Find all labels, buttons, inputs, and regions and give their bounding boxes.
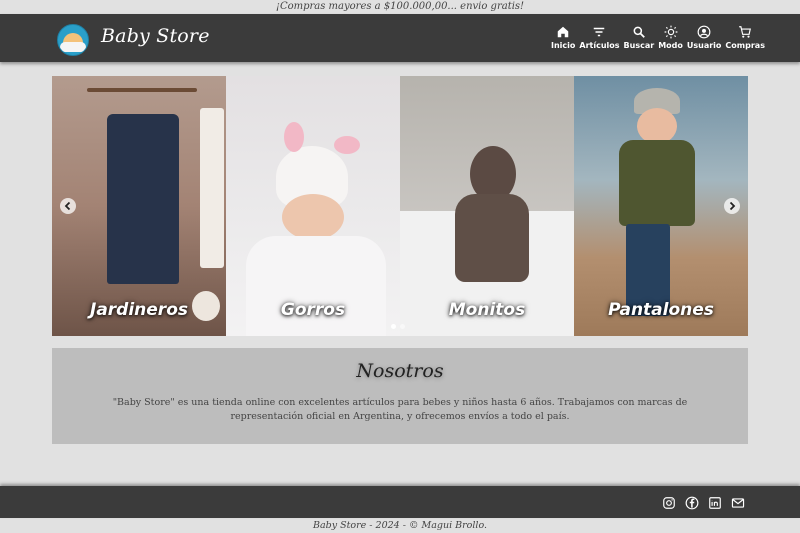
facebook-link[interactable] [685,495,699,510]
nav-label: Compras [725,41,765,50]
about-section: Nosotros "Baby Store" es una tienda onli… [52,348,748,444]
logo[interactable] [57,24,89,56]
linkedin-link[interactable] [708,495,722,509]
about-text: "Baby Store" es una tienda online con ex… [112,397,688,422]
carousel-next-button[interactable] [724,198,740,214]
filter-icon [594,27,605,37]
carousel-indicators [389,324,407,329]
ear-right [334,136,360,154]
instagram-link[interactable] [662,495,676,509]
jumpsuit-image [455,194,529,282]
about-title: Nosotros [356,360,444,382]
nav-item-buscar[interactable]: Buscar [623,25,655,57]
nav-item-inicio[interactable]: Inicio [551,25,575,57]
shirt-image [200,108,224,268]
slide-caption: Pantalones [608,300,714,320]
search-icon [633,26,645,38]
social-links [653,495,745,510]
carousel-prev-button[interactable] [60,198,76,214]
copyright: Baby Store - 2024 - © Magui Brollo. [312,520,488,531]
slide-monitos[interactable]: Monitos [400,76,574,336]
hanger-rod [87,88,197,92]
nav-item-modo[interactable]: Modo [658,25,683,57]
brand-name[interactable]: Baby Store [101,25,210,47]
nav-label: Modo [658,41,683,50]
nav-item-compras[interactable]: Compras [725,25,765,57]
slide-gorros[interactable]: Gorros [226,76,400,336]
overalls-image [107,114,179,284]
baby-face [282,194,344,240]
nav-label: Usuario [686,41,722,50]
slide-caption: Monitos [448,300,526,320]
footer-bar [0,486,800,518]
nav-label: Artículos [579,41,620,50]
linkedin-icon [709,497,721,509]
instagram-icon [663,497,675,509]
carousel-dot[interactable] [391,324,396,329]
nav-item-usuario[interactable]: Usuario [686,25,722,57]
jacket-image [619,140,695,226]
logo-cloud [60,42,86,52]
slide-caption: Jardineros [90,300,188,320]
facebook-icon [685,496,699,510]
nav-label: Buscar [623,41,655,50]
chevron-left-icon [64,201,71,211]
nav-label: Inicio [551,41,576,50]
product-carousel: Jardineros Gorros Monitos Pantalones [52,76,748,336]
chevron-right-icon [729,201,736,211]
cart-icon [739,26,752,38]
slide-jardineros[interactable]: Jardineros [52,76,226,336]
main-nav: Inicio Artículos Buscar Modo Usuario Com… [549,25,767,57]
slide-pantalones[interactable]: Pantalones [574,76,748,336]
ear-left [284,122,304,152]
mail-link[interactable] [731,495,745,509]
top-navbar: Baby Store Inicio Artículos Buscar Modo … [0,14,800,62]
carousel-dot[interactable] [400,324,405,329]
slide-caption: Gorros [280,300,346,320]
mail-icon [731,498,745,508]
nav-item-articulos[interactable]: Artículos [579,25,620,57]
blanket [246,236,386,336]
home-icon [557,26,569,38]
child-face [637,108,677,144]
promo-banner: ¡Compras mayores a $100.000,00... envio … [275,1,525,12]
sun-icon [664,25,677,39]
user-icon [697,25,711,39]
